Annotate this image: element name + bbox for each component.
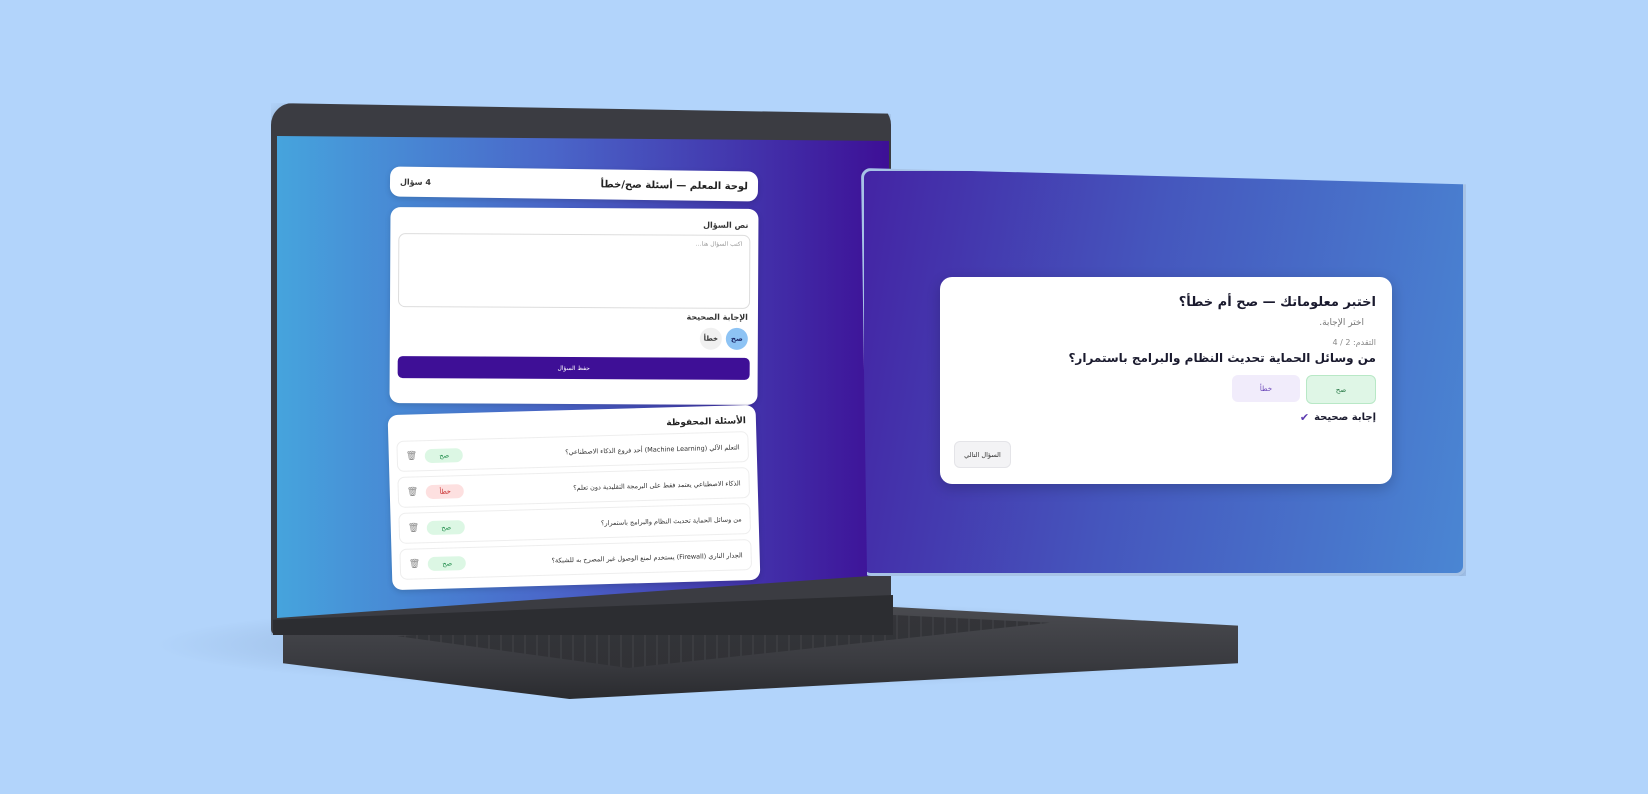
teacher-header: لوحة المعلم — أسئلة صح/خطأ 4 سؤال (389, 166, 759, 202)
saved-question-text: التعلم الآلي (Machine Learning) أحد فروع… (565, 442, 740, 456)
quiz-question: من وسائل الحماية تحديث النظام والبرامج ب… (1068, 351, 1376, 365)
check-icon: ✔ (1299, 411, 1310, 424)
answer-badge: صح (427, 519, 466, 535)
correct-answer-label: الإجابة الصحيحة (686, 312, 748, 322)
answer-false-option[interactable]: خطأ (699, 327, 722, 350)
quiz-subtitle: اختر الإجابة. (1319, 318, 1364, 328)
answer-badge: خطأ (426, 483, 465, 499)
answer-toggle: صح خطأ (400, 326, 748, 350)
quiz-options: صح خطأ (956, 375, 1376, 404)
quiz-result-text: إجابة صحيحة (1314, 412, 1376, 423)
question-count: 4 سؤال (399, 177, 432, 187)
answer-badge: صح (425, 447, 464, 463)
saved-question-row: من وسائل الحماية تحديث النظام والبرامج ب… (398, 503, 752, 544)
question-text-input[interactable]: اكتب السؤال هنا... (397, 233, 751, 309)
question-text-label: نص السؤال (703, 220, 749, 230)
saved-question-text: الجدار الناري (Firewall) يستخدم لمنع الو… (551, 550, 743, 565)
saved-questions-card: الأسئلة المحفوظة التعلم الآلي (Machine L… (387, 404, 761, 591)
saved-question-row: التعلم الآلي (Machine Learning) أحد فروع… (396, 431, 750, 472)
trash-icon[interactable]: 🗑 (409, 559, 421, 569)
saved-question-text: من وسائل الحماية تحديث النظام والبرامج ب… (600, 514, 742, 527)
true-button[interactable]: صح (1306, 375, 1376, 404)
trash-icon[interactable]: 🗑 (408, 523, 420, 533)
saved-question-row: الجدار الناري (Firewall) يستخدم لمنع الو… (399, 539, 753, 580)
answer-true-option[interactable]: صح (725, 327, 748, 350)
teacher-title: لوحة المعلم — أسئلة صح/خطأ (600, 178, 749, 192)
answer-badge: صح (428, 555, 467, 571)
add-question-form: نص السؤال اكتب السؤال هنا... الإجابة الص… (389, 207, 759, 405)
trash-icon[interactable]: 🗑 (406, 451, 418, 461)
quiz-result: إجابة صحيحة ✔ (956, 411, 1376, 424)
next-question-button[interactable]: السؤال التالي (954, 441, 1011, 468)
trash-icon[interactable]: 🗑 (407, 487, 419, 497)
quiz-progress: التقدم: 2 / 4 (1332, 338, 1376, 347)
save-question-button[interactable]: حفظ السؤال (397, 356, 750, 380)
saved-question-text: الذكاء الاصطناعي يعتمد فقط على البرمجة ا… (573, 478, 741, 492)
quiz-title: اختبر معلوماتك — صح أم خطأ؟ (1178, 295, 1376, 310)
false-button[interactable]: خطأ (1232, 375, 1300, 402)
saved-question-row: الذكاء الاصطناعي يعتمد فقط على البرمجة ا… (397, 467, 751, 508)
